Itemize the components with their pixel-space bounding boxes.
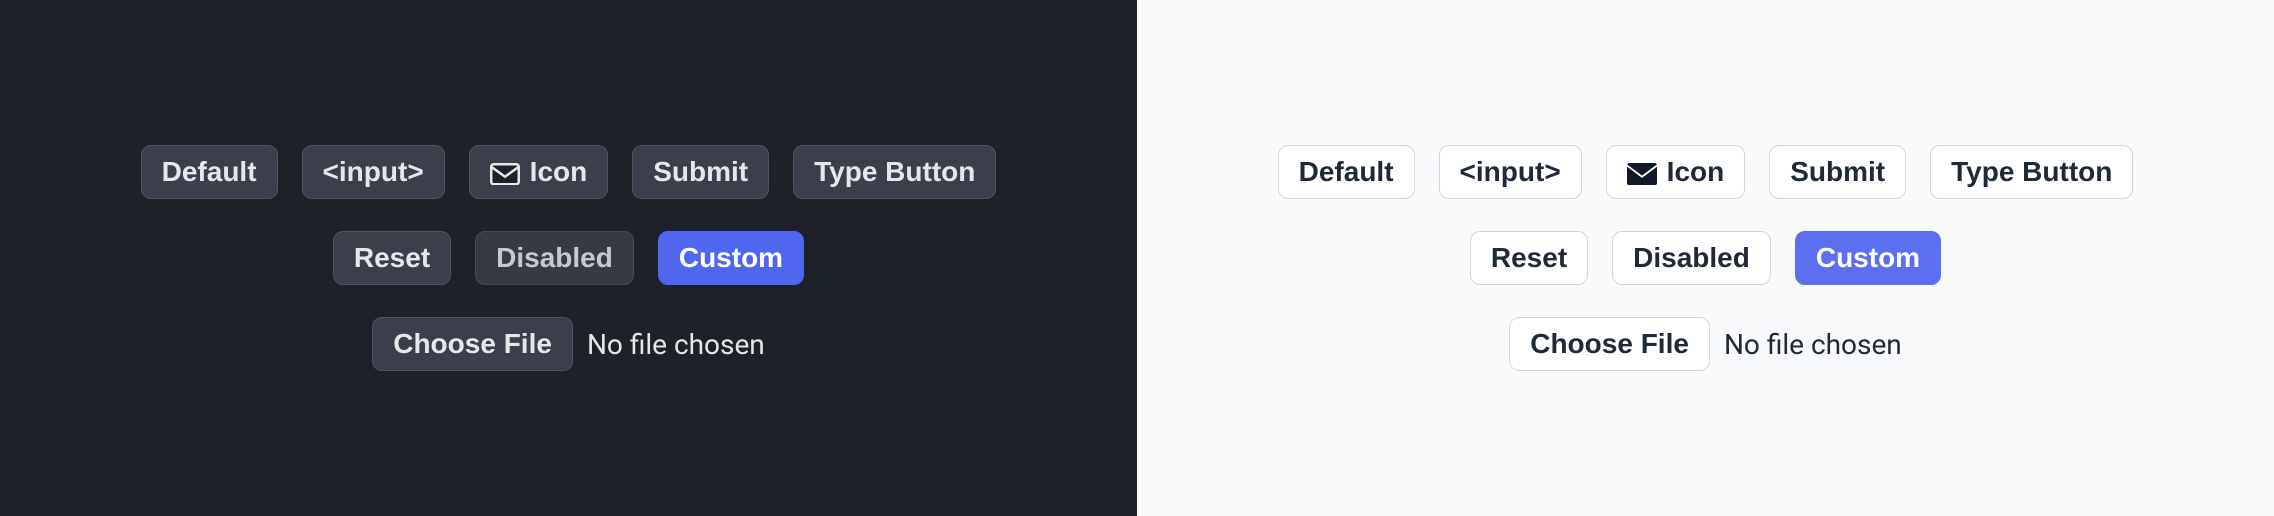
button-row-2: Reset Disabled Custom	[333, 231, 804, 285]
icon-button-label: Icon	[1667, 156, 1725, 188]
file-status-text: No file chosen	[1724, 328, 1902, 361]
default-button[interactable]: Default	[1278, 145, 1415, 199]
input-button[interactable]: <input>	[302, 145, 445, 199]
type-button[interactable]: Type Button	[1930, 145, 2133, 199]
choose-file-button[interactable]: Choose File	[1509, 317, 1710, 371]
reset-button[interactable]: Reset	[333, 231, 451, 285]
reset-button[interactable]: Reset	[1470, 231, 1588, 285]
default-button[interactable]: Default	[141, 145, 278, 199]
submit-button[interactable]: Submit	[1769, 145, 1906, 199]
file-input-row: Choose File No file chosen	[372, 317, 765, 371]
custom-button[interactable]: Custom	[1795, 231, 1941, 285]
choose-file-button[interactable]: Choose File	[372, 317, 573, 371]
file-input-row: Choose File No file chosen	[1509, 317, 1902, 371]
file-status-text: No file chosen	[587, 328, 765, 361]
button-row-2: Reset Disabled Custom	[1470, 231, 1941, 285]
icon-button[interactable]: Icon	[1606, 145, 1746, 199]
submit-button[interactable]: Submit	[632, 145, 769, 199]
light-theme-panel: Default <input> Icon Submit Type Button …	[1137, 0, 2274, 516]
dark-theme-panel: Default <input> Icon Submit Type Button …	[0, 0, 1137, 516]
type-button[interactable]: Type Button	[793, 145, 996, 199]
icon-button-label: Icon	[530, 156, 588, 188]
mail-icon	[490, 160, 520, 184]
disabled-button: Disabled	[475, 231, 634, 285]
button-row-1: Default <input> Icon Submit Type Button	[1278, 145, 2134, 199]
mail-icon	[1627, 160, 1657, 184]
button-row-1: Default <input> Icon Submit Type Button	[141, 145, 997, 199]
input-button[interactable]: <input>	[1439, 145, 1582, 199]
custom-button[interactable]: Custom	[658, 231, 804, 285]
icon-button[interactable]: Icon	[469, 145, 609, 199]
disabled-button: Disabled	[1612, 231, 1771, 285]
